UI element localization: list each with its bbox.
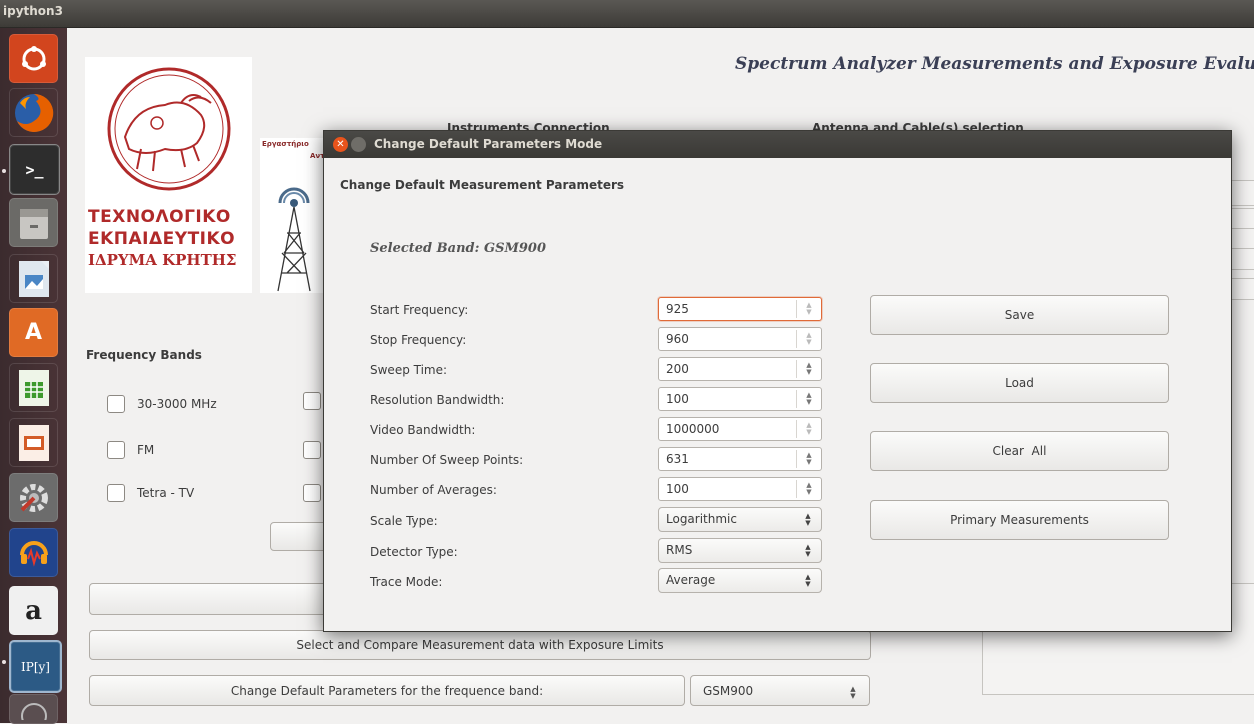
ipython-glyph: IP[y] [21,659,50,674]
band-checkbox-col2-3[interactable] [303,484,321,502]
spin-arrows[interactable]: ▲ ▼ [803,392,815,406]
university-logo: ΤΕΧΝΟΛΟΓΙΚΟ ΕΚΠΑΙΔΕΥΤΙΚΟ ΙΔΡΥΜΑ ΚΡΗΤΗΣ [85,57,252,293]
web-icon[interactable] [9,694,58,724]
band-select-value: GSM900 [703,683,754,698]
software-center-icon[interactable]: A [9,308,58,357]
spin-arrows[interactable]: ▲ ▼ [803,362,815,376]
band-label-30-3000: 30-3000 MHz [137,397,217,411]
save-button[interactable]: Save [870,295,1169,335]
param-label-scale-type: Scale Type: [370,514,438,528]
logo-line-2: ΕΚΠΑΙΔΕΥΤΙΚΟ [88,229,236,249]
selected-band-label: Selected Band: [370,241,480,256]
image-viewer-icon[interactable] [9,254,58,303]
band-select[interactable]: GSM900 ▲ ▼ [690,675,870,706]
window-title: ipython3 [3,4,63,18]
scale-type-select[interactable]: Logarithmic ▲ ▼ [658,507,822,532]
param-label-resolution-bandwidth: Resolution Bandwidth: [370,393,505,407]
param-label-sweep-points: Number Of Sweep Points: [370,453,524,467]
main-action-button[interactable] [89,583,349,615]
frequency-bands-title: Frequency Bands [86,348,202,362]
sweep-points-input[interactable]: 631 ▲ ▼ [658,447,822,471]
video-bandwidth-input[interactable]: 1000000 ▲ ▼ [658,417,822,441]
param-label-trace-mode: Trace Mode: [370,575,443,589]
launcher: >_ A a IP[y] [0,28,67,724]
window-titlebar: ipython3 [0,0,1254,28]
stop-frequency-input[interactable]: 960 ▲ ▼ [658,327,822,351]
spin-arrows[interactable]: ▲ ▼ [803,302,815,316]
app-header: Spectrum Analyzer Measurements and Expos… [735,54,1254,74]
combo-arrows: ▲ ▼ [805,543,811,558]
ipython-icon[interactable]: IP[y] [9,640,62,693]
dialog-title: Change Default Parameters Mode [374,137,603,151]
lab-caption: Εργαστήριο [262,140,309,148]
logo-line-3: ΙΔΡΥΜΑ ΚΡΗΤΗΣ [88,251,237,269]
band-checkbox-fm[interactable] [107,441,125,459]
change-defaults-dialog: ✕ Change Default Parameters Mode Change … [323,130,1232,632]
terminal-icon[interactable]: >_ [9,144,60,195]
band-checkbox-tetra-tv[interactable] [107,484,125,502]
lab-logo: Εργαστήριο Αντ [260,138,325,293]
param-label-video-bandwidth: Video Bandwidth: [370,423,476,437]
combo-arrows: ▲ ▼ [805,573,811,588]
spin-arrows[interactable]: ▲ ▼ [803,452,815,466]
compare-exposure-button[interactable]: Select and Compare Measurement data with… [89,630,871,660]
logo-line-1: ΤΕΧΝΟΛΟΓΙΚΟ [88,207,231,227]
selected-band-value: GSM900 [483,241,546,256]
selected-band: Selected Band: GSM900 [370,241,546,256]
minimize-icon[interactable] [351,137,366,152]
param-label-start-frequency: Start Frequency: [370,303,469,317]
load-button[interactable]: Load [870,363,1169,403]
close-icon[interactable]: ✕ [333,137,348,152]
band-select-arrows: ▲ ▼ [850,685,856,700]
audacity-icon[interactable] [9,528,58,577]
band-label-tetra-tv: Tetra - TV [137,486,195,500]
presentation-icon[interactable] [9,418,58,467]
band-label-fm: FM [137,443,155,457]
change-defaults-button[interactable]: Change Default Parameters for the freque… [89,675,685,706]
band-checkbox-col2-1[interactable] [303,392,321,410]
param-label-averages: Number of Averages: [370,483,497,497]
averages-input[interactable]: 100 ▲ ▼ [658,477,822,501]
antenna-tower-icon [277,187,311,292]
amazon-glyph: a [25,595,42,626]
sweep-time-input[interactable]: 200 ▲ ▼ [658,357,822,381]
band-checkbox-30-3000[interactable] [107,395,125,413]
dialog-heading: Change Default Measurement Parameters [340,178,625,192]
trace-mode-select[interactable]: Average ▲ ▼ [658,568,822,593]
spin-arrows[interactable]: ▲ ▼ [803,482,815,496]
detector-type-select[interactable]: RMS ▲ ▼ [658,538,822,563]
primary-measurements-button[interactable]: Primary Measurements [870,500,1169,540]
spin-arrows[interactable]: ▲ ▼ [803,332,815,346]
spreadsheet-icon[interactable] [9,363,58,412]
param-label-detector-type: Detector Type: [370,545,458,559]
amazon-icon[interactable]: a [9,586,58,635]
bull-seal-icon [107,67,231,191]
system-settings-icon[interactable] [9,473,58,522]
clear-all-button[interactable]: Clear All [870,431,1169,471]
param-label-sweep-time: Sweep Time: [370,363,448,377]
dialog-titlebar: ✕ Change Default Parameters Mode [324,131,1231,158]
resolution-bandwidth-input[interactable]: 100 ▲ ▼ [658,387,822,411]
param-label-stop-frequency: Stop Frequency: [370,333,467,347]
band-checkbox-col2-2[interactable] [303,441,321,459]
files-icon[interactable] [9,198,58,247]
start-frequency-input[interactable]: 925 ▲ ▼ [658,297,822,321]
dash-icon[interactable] [9,34,58,83]
firefox-icon[interactable] [9,88,58,137]
combo-arrows: ▲ ▼ [805,512,811,527]
spin-arrows[interactable]: ▲ ▼ [803,422,815,436]
